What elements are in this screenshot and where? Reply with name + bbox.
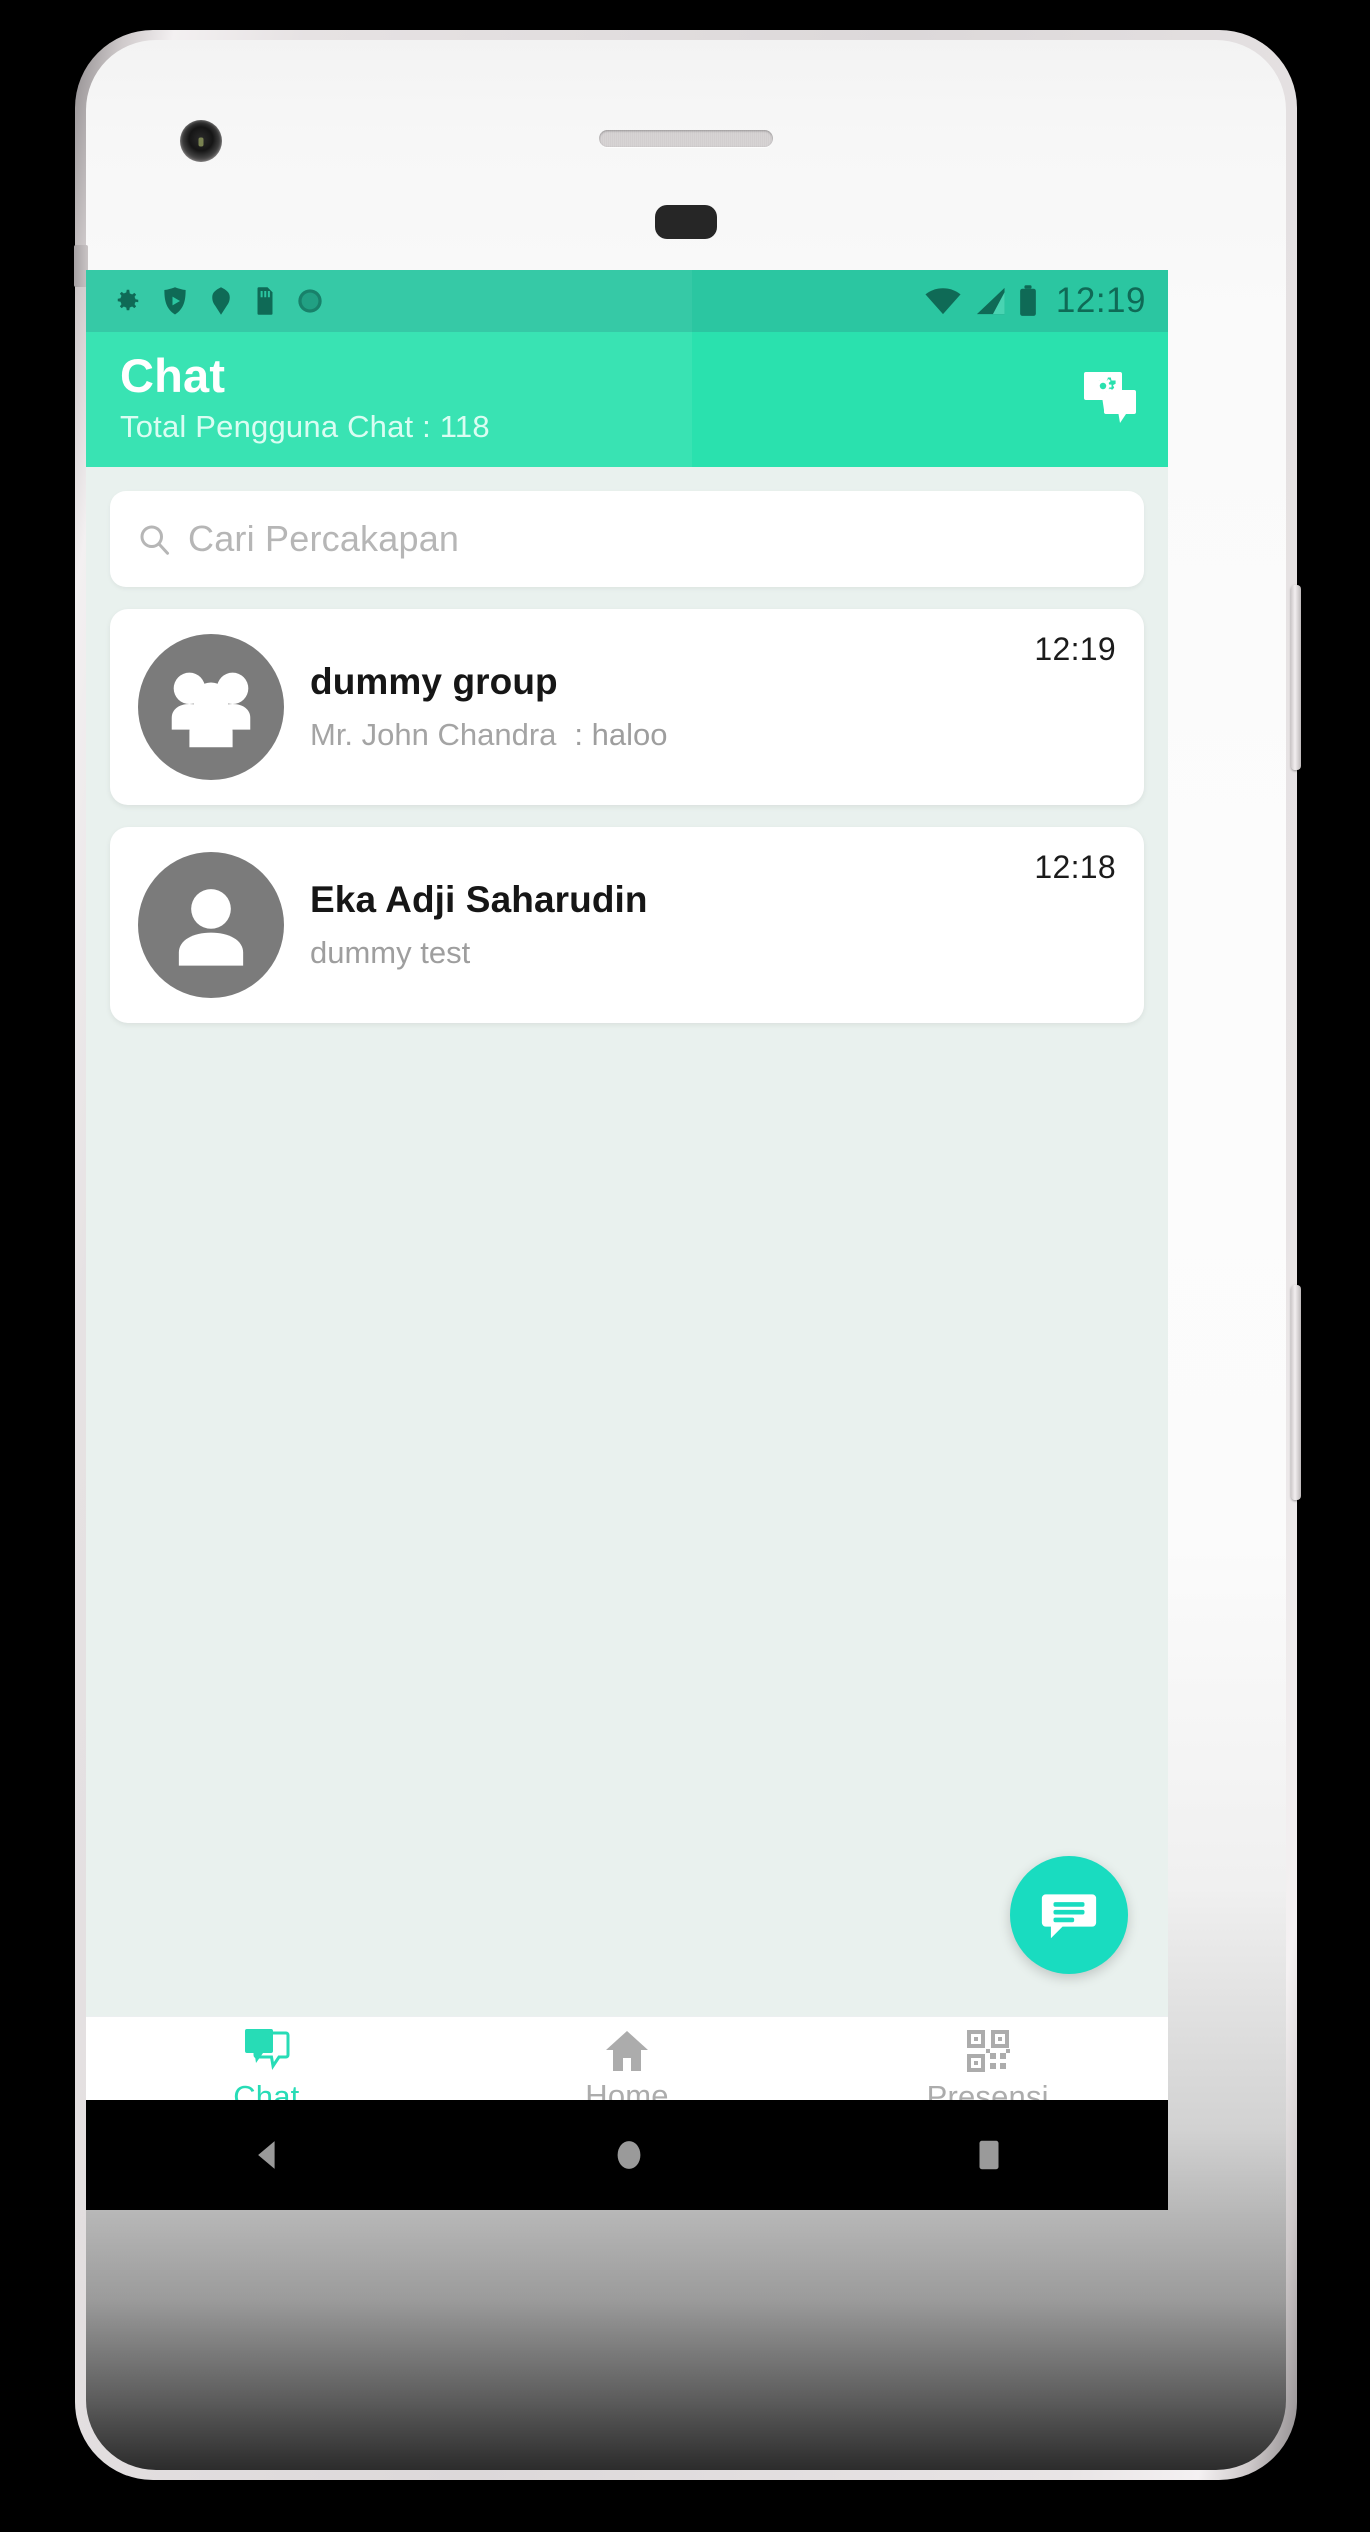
chat-list-content: Cari Percakapan dummy group Mr. John Cha… [86,491,1168,2016]
android-navigation-bar [86,2100,1168,2210]
camera-lens-glint [198,137,204,147]
earpiece-speaker [599,130,773,147]
chat-list-item[interactable]: dummy group Mr. John Chandra : haloo 12:… [110,609,1144,805]
wifi-icon [924,286,962,316]
android-head-icon [208,286,234,316]
back-triangle-icon[interactable] [248,2136,286,2174]
chat-item-sender: Mr. John Chandra [310,717,557,752]
volume-button[interactable] [1291,585,1301,770]
app-bar: Chat Total Pengguna Chat : 118 [86,332,1168,467]
bottom-navigation-bar: Chat Home Presensi [86,2016,1168,2100]
chat-item-name: Eka Adji Saharudin [310,879,648,920]
qr-code-icon [964,2027,1012,2075]
proximity-sensor [655,205,717,239]
chat-item-preview: Mr. John Chandra : haloo [310,717,986,753]
chat-item-body: Eka Adji Saharudin dummy test [310,879,1116,971]
battery-icon [1018,285,1038,317]
recents-square-icon[interactable] [972,2136,1006,2174]
chat-item-preview: dummy test [310,935,986,971]
chat-list-item[interactable]: Eka Adji Saharudin dummy test 12:18 [110,827,1144,1023]
sd-card-icon [254,286,276,316]
front-camera [180,120,222,162]
phone-mockup: 12:19 Chat Total Pengguna Chat : 118 Car… [74,30,1301,2480]
chat-item-time: 12:18 [1034,849,1116,885]
chat-item-message: : haloo [574,717,668,752]
chat-item-time: 12:19 [1034,631,1116,667]
person-avatar-icon [138,852,284,998]
status-bar-right-icons: 12:19 [924,281,1146,321]
page-title: Chat [120,349,226,402]
nav-tab-presensi[interactable]: Presensi [807,2017,1168,2100]
group-avatar-icon [138,634,284,780]
gear-icon [112,286,142,316]
search-placeholder-text: Cari Percakapan [188,518,460,559]
status-bar-clock: 12:19 [1055,281,1146,320]
app-bar-texts: Chat Total Pengguna Chat : 118 [120,348,490,467]
chat-bubbles-icon [241,2027,291,2075]
status-bar-left-icons [112,286,324,316]
nav-tab-home[interactable]: Home [447,2017,808,2100]
nav-tab-presensi-label: Presensi [926,2078,1049,2101]
home-icon [603,2028,651,2074]
chat-item-name: dummy group [310,661,558,702]
new-chat-fab-button[interactable] [1010,1856,1128,1974]
power-button[interactable] [1291,1285,1301,1500]
circle-dotted-icon [296,287,324,315]
chat-settings-icon[interactable] [1080,370,1142,430]
cellular-signal-icon [974,286,1006,316]
new-chat-icon [1038,1884,1100,1946]
android-status-bar: 12:19 [86,270,1168,332]
page-subtitle: Total Pengguna Chat : 118 [120,409,490,444]
nav-tab-chat[interactable]: Chat [86,2017,447,2100]
nav-tab-chat-label: Chat [233,2078,300,2101]
phone-screen: 12:19 Chat Total Pengguna Chat : 118 Car… [86,270,1168,2100]
chat-item-body: dummy group Mr. John Chandra : haloo [310,661,1116,753]
chat-item-message: dummy test [310,935,471,970]
home-circle-icon[interactable] [610,2136,648,2174]
search-input[interactable]: Cari Percakapan [110,491,1144,587]
shield-play-icon [162,286,188,316]
nav-tab-home-label: Home [585,2077,669,2101]
search-icon [136,521,172,557]
